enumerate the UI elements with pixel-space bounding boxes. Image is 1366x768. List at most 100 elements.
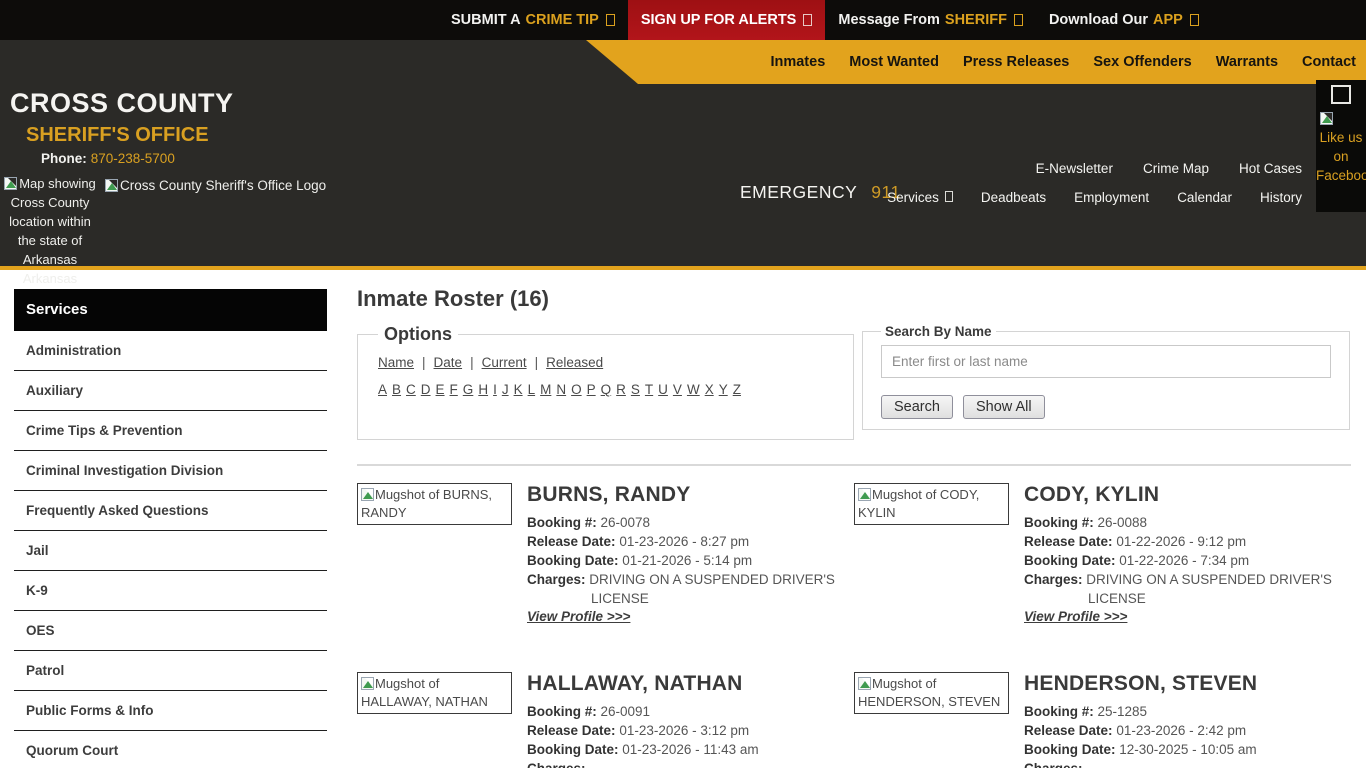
- sort-link[interactable]: Name: [378, 355, 414, 370]
- primary-nav-item[interactable]: Press Releases: [963, 54, 1069, 70]
- letter-link[interactable]: D: [421, 382, 431, 397]
- facebook-alt-text: Like us on Facebook: [1316, 130, 1366, 183]
- letter-link[interactable]: X: [705, 382, 714, 397]
- letter-link[interactable]: C: [406, 382, 416, 397]
- primary-nav-item[interactable]: Warrants: [1216, 54, 1278, 70]
- primary-nav-item[interactable]: Most Wanted: [849, 54, 939, 70]
- search-buttons: Search Show All: [881, 395, 1331, 419]
- letter-link[interactable]: I: [493, 382, 497, 397]
- letter-link[interactable]: P: [587, 382, 596, 397]
- external-link-icon: [803, 14, 813, 26]
- sidebar-item[interactable]: Criminal Investigation Division: [14, 451, 327, 491]
- sidebar: Services Administration Auxiliary Crime Ti…: [14, 289, 327, 768]
- letter-link[interactable]: T: [645, 382, 653, 397]
- letter-link[interactable]: R: [616, 382, 626, 397]
- letter-link[interactable]: Q: [601, 382, 612, 397]
- topbar: SUBMIT A CRIME TIP SIGN UP FOR ALERTS Me…: [0, 0, 1366, 40]
- sort-link-wrap: Name: [378, 355, 434, 370]
- facebook-icon-missing: [1331, 85, 1351, 104]
- submit-crime-tip-link[interactable]: SUBMIT A CRIME TIP: [438, 0, 628, 40]
- sort-link[interactable]: Current: [482, 355, 527, 370]
- booking-number-label: Booking #:: [1024, 515, 1094, 530]
- phone-number-link[interactable]: 870-238-5700: [91, 151, 175, 166]
- letter-link[interactable]: S: [631, 382, 640, 397]
- release-date-line: Release Date: 01-23-2026 - 8:27 pm: [527, 532, 839, 551]
- download-app-link[interactable]: Download Our APP: [1036, 0, 1212, 40]
- sidebar-item[interactable]: Public Forms & Info: [14, 691, 327, 731]
- booking-number-line: Booking #: 26-0088: [1024, 513, 1336, 532]
- name-search-input[interactable]: [881, 345, 1331, 378]
- secondary-nav-item[interactable]: Employment: [1074, 190, 1149, 205]
- sidebar-item[interactable]: Patrol: [14, 651, 327, 691]
- letter-link[interactable]: B: [392, 382, 401, 397]
- sidebar-item[interactable]: Auxiliary: [14, 371, 327, 411]
- options-legend: Options: [384, 324, 452, 344]
- letter-link[interactable]: A: [378, 382, 387, 397]
- booking-date-value: 01-23-2026 - 11:43 am: [622, 742, 759, 757]
- phone-row: Phone: 870-238-5700: [41, 151, 175, 166]
- dropdown-caret-icon-missing: [944, 191, 953, 202]
- letter-link[interactable]: N: [556, 382, 566, 397]
- primary-nav-item[interactable]: Inmates: [770, 54, 825, 70]
- sidebar-item[interactable]: OES: [14, 611, 327, 651]
- broken-image-icon: [4, 177, 18, 190]
- view-profile-link[interactable]: View Profile >>>: [1024, 609, 1127, 624]
- letter-link[interactable]: L: [528, 382, 536, 397]
- booking-number-line: Booking #: 26-0091: [527, 702, 839, 721]
- release-date-value: 01-23-2026 - 8:27 pm: [619, 534, 750, 549]
- letter-link[interactable]: V: [673, 382, 682, 397]
- letter-link[interactable]: W: [687, 382, 700, 397]
- external-link-icon: [605, 14, 615, 26]
- search-button[interactable]: Search: [881, 395, 953, 419]
- sidebar-title: Services: [14, 289, 327, 331]
- sort-link[interactable]: Date: [434, 355, 463, 370]
- letter-link[interactable]: E: [436, 382, 445, 397]
- charges-line: Charges: DRIVING ON A SUSPENDED DRIVER'S…: [1024, 570, 1336, 608]
- message-from-sheriff-link[interactable]: Message From SHERIFF: [825, 0, 1036, 40]
- secondary-nav-item[interactable]: History: [1260, 190, 1302, 205]
- mugshot-alt-text: Mugshot of BURNS, RANDY: [361, 487, 493, 520]
- secondary-nav-item[interactable]: E-Newsletter: [1036, 161, 1113, 176]
- booking-number-label: Booking #:: [527, 515, 597, 530]
- secondary-nav-row2: Services Deadbeats Employment Calendar Hist…: [887, 190, 1302, 205]
- page: SUBMIT A CRIME TIP SIGN UP FOR ALERTS Me…: [0, 0, 1366, 768]
- letter-link[interactable]: M: [540, 382, 551, 397]
- letter-link[interactable]: Z: [733, 382, 741, 397]
- show-all-button[interactable]: Show All: [962, 395, 1045, 419]
- booking-number-line: Booking #: 26-0078: [527, 513, 839, 532]
- filter-panels: Options Name Date Current Released ABCDEFGH…: [357, 324, 1351, 440]
- secondary-nav-item-services[interactable]: Services: [887, 190, 953, 205]
- primary-nav-item[interactable]: Contact: [1302, 54, 1356, 70]
- letter-link[interactable]: F: [450, 382, 458, 397]
- letter-link[interactable]: O: [571, 382, 582, 397]
- mugshot-image-broken: Mugshot of CODY, KYLIN: [854, 483, 1009, 525]
- secondary-nav-item[interactable]: Crime Map: [1143, 161, 1209, 176]
- secondary-nav-item[interactable]: Hot Cases: [1239, 161, 1302, 176]
- sidebar-item[interactable]: Quorum Court: [14, 731, 327, 768]
- sidebar-item[interactable]: Administration: [14, 331, 327, 371]
- sign-up-alerts-button[interactable]: SIGN UP FOR ALERTS: [627, 0, 826, 40]
- sort-link[interactable]: Released: [546, 355, 603, 370]
- sort-link-wrap: Released: [546, 355, 603, 370]
- emergency-label: EMERGENCY: [740, 182, 858, 202]
- letter-link[interactable]: Y: [719, 382, 728, 397]
- letter-link[interactable]: J: [502, 382, 509, 397]
- letter-link[interactable]: K: [514, 382, 523, 397]
- view-profile-link[interactable]: View Profile >>>: [527, 609, 630, 624]
- letter-link[interactable]: H: [478, 382, 488, 397]
- primary-nav-item[interactable]: Sex Offenders: [1093, 54, 1191, 70]
- sidebar-item[interactable]: Jail: [14, 531, 327, 571]
- broken-image-icon: [105, 179, 118, 192]
- mugshot-alt-text: Mugshot of HALLAWAY, NATHAN: [361, 676, 488, 709]
- facebook-widget[interactable]: Like us on Facebook: [1316, 80, 1366, 212]
- secondary-nav-item[interactable]: Calendar: [1177, 190, 1232, 205]
- broken-image-icon: [361, 677, 374, 690]
- inmate-card: Mugshot of HENDERSON, STEVEN HENDERSON, …: [854, 672, 1351, 768]
- letter-link[interactable]: U: [658, 382, 668, 397]
- secondary-nav-item[interactable]: Deadbeats: [981, 190, 1046, 205]
- crime-tip-text: CRIME TIP: [525, 12, 599, 28]
- sidebar-item[interactable]: Frequently Asked Questions: [14, 491, 327, 531]
- letter-link[interactable]: G: [463, 382, 474, 397]
- sidebar-item[interactable]: Crime Tips & Prevention: [14, 411, 327, 451]
- sidebar-item[interactable]: K-9: [14, 571, 327, 611]
